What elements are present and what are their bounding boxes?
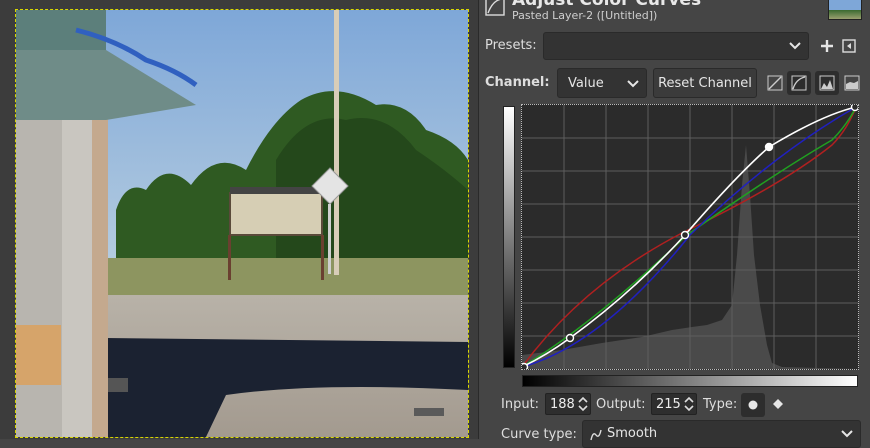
type-label: Type: (703, 397, 738, 412)
chevron-down-icon (627, 80, 639, 88)
presets-combo[interactable] (543, 32, 809, 60)
corner-point-icon[interactable] (767, 393, 789, 415)
presets-menu-icon[interactable] (838, 35, 860, 57)
image-canvas[interactable] (0, 0, 478, 439)
input-gradient-bar (522, 375, 858, 387)
reset-channel-button[interactable]: Reset Channel (653, 68, 757, 98)
curves-dialog: Adjust Color Curves Pasted Layer-2 ([Unt… (478, 0, 870, 448)
output-label: Output: (596, 397, 646, 412)
chevron-down-icon (841, 430, 853, 438)
channel-value: Value (568, 76, 604, 91)
curve-point (565, 333, 575, 343)
curves-graph[interactable] (519, 102, 860, 372)
curve-point-selected (764, 142, 774, 152)
spin-arrows-icon[interactable] (578, 396, 588, 412)
curve-display-icon[interactable] (787, 71, 811, 95)
output-gradient-bar (503, 106, 515, 368)
logarithmic-histogram-icon[interactable] (841, 72, 863, 94)
curve-point (850, 102, 860, 112)
curves-plot (519, 102, 860, 372)
spin-arrows-icon[interactable] (684, 396, 694, 412)
layer-thumbnail (828, 0, 862, 20)
photo-scene (16, 10, 468, 437)
curves-dialog-icon (483, 0, 507, 18)
input-label: Input: (501, 397, 540, 412)
chevron-down-icon (789, 42, 801, 50)
linear-curve-icon[interactable] (764, 72, 786, 94)
output-value: 215 (656, 396, 681, 412)
smooth-curve-icon (590, 429, 602, 441)
curve-type-label: Curve type: (501, 427, 577, 442)
channel-combo[interactable]: Value (557, 68, 647, 98)
input-value: 188 (550, 396, 575, 412)
presets-label: Presets: (485, 38, 537, 53)
curve-point (680, 230, 690, 240)
canvas-photo[interactable] (15, 9, 469, 438)
channel-label: Channel: (485, 75, 550, 90)
curve-type-combo[interactable]: Smooth (582, 420, 861, 448)
output-spinner[interactable]: 215 (651, 393, 697, 415)
linear-histogram-icon[interactable] (815, 71, 839, 95)
plus-icon[interactable] (816, 35, 838, 57)
smooth-point-icon[interactable] (741, 393, 765, 417)
input-spinner[interactable]: 188 (545, 393, 591, 415)
dialog-subtitle: Pasted Layer-2 ([Untitled]) (512, 9, 658, 22)
curve-point (519, 362, 529, 372)
